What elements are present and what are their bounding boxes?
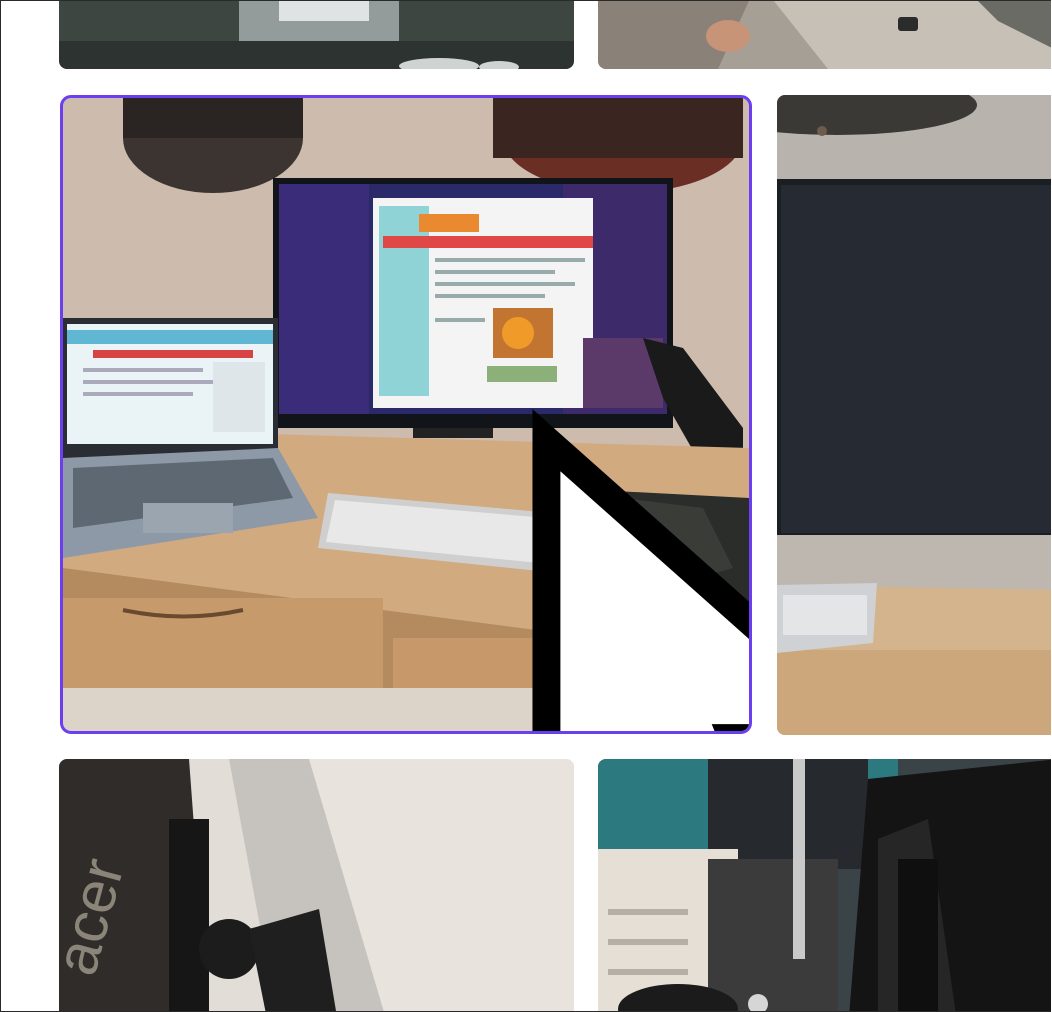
photo-gallery: acer [0, 0, 1051, 1012]
photo-4-image [777, 95, 1051, 735]
gallery-photo-6[interactable] [598, 759, 1051, 1011]
mouse-pointer-icon [532, 409, 749, 731]
gallery-photo-3-selected[interactable] [60, 95, 752, 734]
gallery-photo-2[interactable] [598, 1, 1051, 69]
photo-1-image [59, 1, 574, 69]
photo-5-image: acer [59, 759, 574, 1011]
gallery-photo-5[interactable]: acer [59, 759, 574, 1011]
photo-6-image [598, 759, 1051, 1011]
gallery-photo-1[interactable] [59, 1, 574, 69]
photo-2-image [598, 1, 1051, 69]
gallery-photo-4[interactable] [777, 95, 1051, 735]
